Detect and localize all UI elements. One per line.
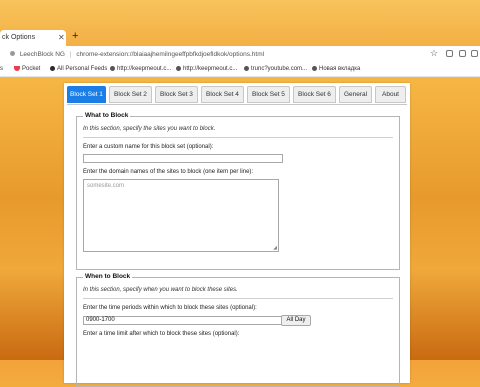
block-set-tabs: Block Set 1 Block Set 2 Block Set 3 Bloc… xyxy=(67,86,407,104)
section-legend: When to Block xyxy=(83,273,133,280)
options-panel: Block Set 1 Block Set 2 Block Set 3 Bloc… xyxy=(64,83,410,387)
bookmark-label: Новая вкладка xyxy=(319,66,361,72)
bookmark-item[interactable]: Pocket xyxy=(14,66,40,72)
resize-handle-icon[interactable]: ◢ xyxy=(273,245,277,251)
bookmark-label: Pocket xyxy=(22,66,41,72)
time-limit-label: Enter a time limit after which to block … xyxy=(83,331,240,337)
sites-placeholder: somesite.com xyxy=(87,183,125,189)
bookmark-item[interactable]: Новая вкладка xyxy=(312,66,360,72)
new-tab-button[interactable]: + xyxy=(72,30,78,42)
tab-block-set-5[interactable]: Block Set 5 xyxy=(247,86,290,103)
bookmark-label: s xyxy=(0,66,3,72)
globe-icon xyxy=(110,66,115,71)
pocket-toolbar-icon[interactable] xyxy=(446,50,453,57)
tab-general[interactable]: General xyxy=(339,86,372,103)
bookmark-item[interactable]: http://keepmeout.c... xyxy=(176,66,237,72)
tab-block-set-3[interactable]: Block Set 3 xyxy=(155,86,198,103)
extension-toolbar-icon[interactable] xyxy=(459,50,466,57)
sites-textarea[interactable]: somesite.com ◢ xyxy=(83,179,279,252)
address-url: chrome-extension://blaiaajhemilngeeffpbf… xyxy=(76,51,265,58)
browser-tab[interactable]: ck Options ✕ xyxy=(0,30,66,46)
section-hint: In this section, specify when you want t… xyxy=(83,287,238,293)
bookmarks-bar: s Pocket All Personal Feeds http://keepm… xyxy=(0,63,480,77)
sites-label: Enter the domain names of the sites to b… xyxy=(83,169,254,175)
page-content: Block Set 1 Block Set 2 Block Set 3 Bloc… xyxy=(0,77,480,387)
tab-block-set-6[interactable]: Block Set 6 xyxy=(293,86,336,103)
leechblock-toolbar-icon[interactable] xyxy=(471,50,478,57)
bookmark-item[interactable]: All Personal Feeds xyxy=(50,66,107,72)
what-to-block-section: What to Block In this section, specify t… xyxy=(76,112,400,270)
browser-tab-strip: ck Options ✕ + xyxy=(0,0,480,46)
globe-icon xyxy=(312,66,317,71)
rss-icon xyxy=(50,66,55,71)
tab-block-set-2[interactable]: Block Set 2 xyxy=(109,86,152,103)
browser-tab-title: ck Options xyxy=(2,34,36,41)
globe-icon xyxy=(244,66,249,71)
bookmark-label: http://keepmeout.c... xyxy=(183,66,238,72)
address-bar-row: LeechBlock NG | chrome-extension://blaia… xyxy=(0,46,480,64)
bookmark-label: http://keepmeout.c... xyxy=(117,66,172,72)
tab-divider xyxy=(67,104,407,105)
bookmark-item[interactable]: s xyxy=(0,66,3,72)
tab-block-set-1[interactable]: Block Set 1 xyxy=(67,86,106,103)
block-set-name-input[interactable] xyxy=(83,154,283,163)
tab-about[interactable]: About xyxy=(375,86,406,103)
address-bar[interactable]: LeechBlock NG | chrome-extension://blaia… xyxy=(6,47,426,62)
bookmark-item[interactable]: trunc?youtube.com... xyxy=(244,66,307,72)
section-divider xyxy=(83,137,393,138)
block-set-name-label: Enter a custom name for this block set (… xyxy=(83,144,214,150)
bookmark-item[interactable]: http://keepmeout.c... xyxy=(110,66,171,72)
bookmark-label: trunc?youtube.com... xyxy=(251,66,308,72)
bookmark-star-icon[interactable]: ☆ xyxy=(430,48,438,59)
time-periods-label: Enter the time periods within which to b… xyxy=(83,305,257,311)
globe-icon xyxy=(176,66,181,71)
pocket-icon xyxy=(14,66,20,71)
tab-block-set-4[interactable]: Block Set 4 xyxy=(201,86,244,103)
address-separator: | xyxy=(69,51,72,58)
section-divider xyxy=(83,298,393,299)
time-periods-input[interactable]: 0900-1700 xyxy=(83,316,283,325)
when-to-block-section: When to Block In this section, specify w… xyxy=(76,273,400,387)
close-tab-icon[interactable]: ✕ xyxy=(58,33,65,42)
address-site: LeechBlock NG xyxy=(19,51,65,58)
extension-icon xyxy=(10,51,15,56)
all-day-button[interactable]: All Day xyxy=(281,315,311,326)
section-hint: In this section, specify the sites you w… xyxy=(83,126,216,132)
bookmark-label: All Personal Feeds xyxy=(57,66,108,72)
section-legend: What to Block xyxy=(83,112,131,119)
